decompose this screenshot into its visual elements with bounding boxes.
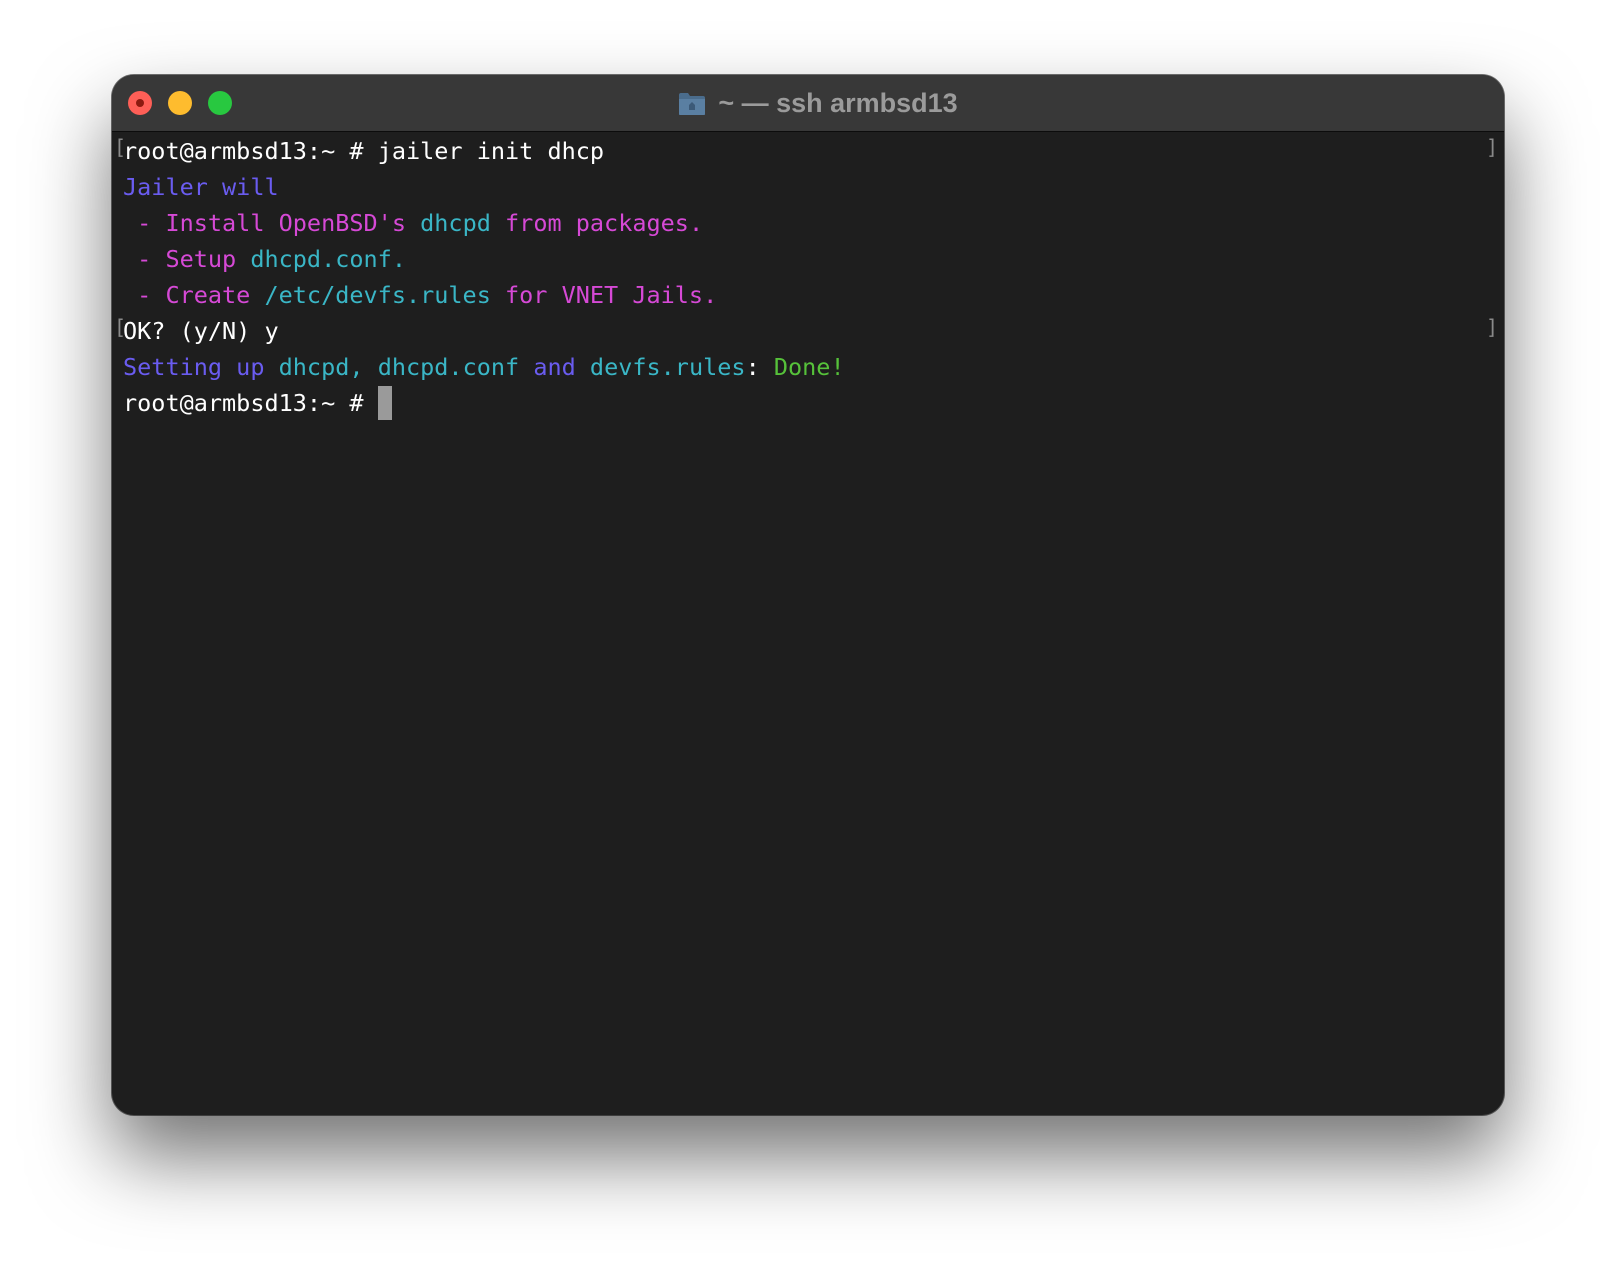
output-text: Setting up (123, 353, 279, 381)
output-text: - Install OpenBSD's (123, 209, 421, 237)
output-highlight: dhcpd.conf. (250, 245, 406, 273)
terminal-output[interactable]: root@armbsd13:~ # jailer init dhcp Jaile… (112, 132, 1504, 1115)
mark-bracket-left: [ (114, 315, 127, 339)
output-highlight: dhcpd (420, 209, 491, 237)
output-highlight: /etc/devfs.rules (264, 281, 491, 309)
mark-bracket-left: [ (114, 135, 127, 159)
terminal-line: - Install OpenBSD's dhcpd from packages. (123, 205, 703, 241)
text-cursor (377, 385, 392, 420)
folder-icon (679, 93, 706, 115)
window-title-area: ~ — ssh armbsd13 (112, 75, 1504, 131)
terminal-line: root@armbsd13:~ # (123, 385, 392, 421)
status-done: Done! (773, 353, 845, 381)
terminal-line: Jailer will (123, 169, 279, 205)
output-text: for VNET Jails. (490, 281, 718, 309)
output-text: : (745, 353, 774, 381)
terminal-line: root@armbsd13:~ # jailer init dhcp (123, 133, 604, 169)
shell-prompt: root@armbsd13:~ # (123, 389, 378, 417)
output-highlight: dhcpd.conf (377, 353, 520, 381)
command-text: jailer init dhcp (377, 137, 605, 165)
confirm-prompt: OK? (y/N) y (123, 317, 279, 345)
output-text: and (519, 353, 590, 381)
output-highlight: dhcpd, (278, 353, 364, 381)
output-text: - Setup (123, 245, 251, 273)
title-bar[interactable]: ~ — ssh armbsd13 (112, 75, 1504, 132)
output-highlight: devfs.rules (589, 353, 746, 381)
window-title: ~ — ssh armbsd13 (718, 87, 958, 118)
output-text: from packages. (490, 209, 704, 237)
terminal-line: - Create /etc/devfs.rules for VNET Jails… (123, 277, 717, 313)
mark-bracket-right: ] (1485, 315, 1498, 339)
output-text: - Create (123, 281, 265, 309)
output-text: Jailer will (123, 173, 279, 201)
terminal-line: OK? (y/N) y (123, 313, 279, 349)
terminal-line: - Setup dhcpd.conf. (123, 241, 406, 277)
shell-prompt: root@armbsd13:~ # (123, 137, 378, 165)
mark-bracket-right: ] (1485, 135, 1498, 159)
terminal-line: Setting up dhcpd, dhcpd.conf and devfs.r… (123, 349, 845, 385)
terminal-window: ~ — ssh armbsd13 root@armbsd13:~ # jaile… (112, 75, 1504, 1115)
